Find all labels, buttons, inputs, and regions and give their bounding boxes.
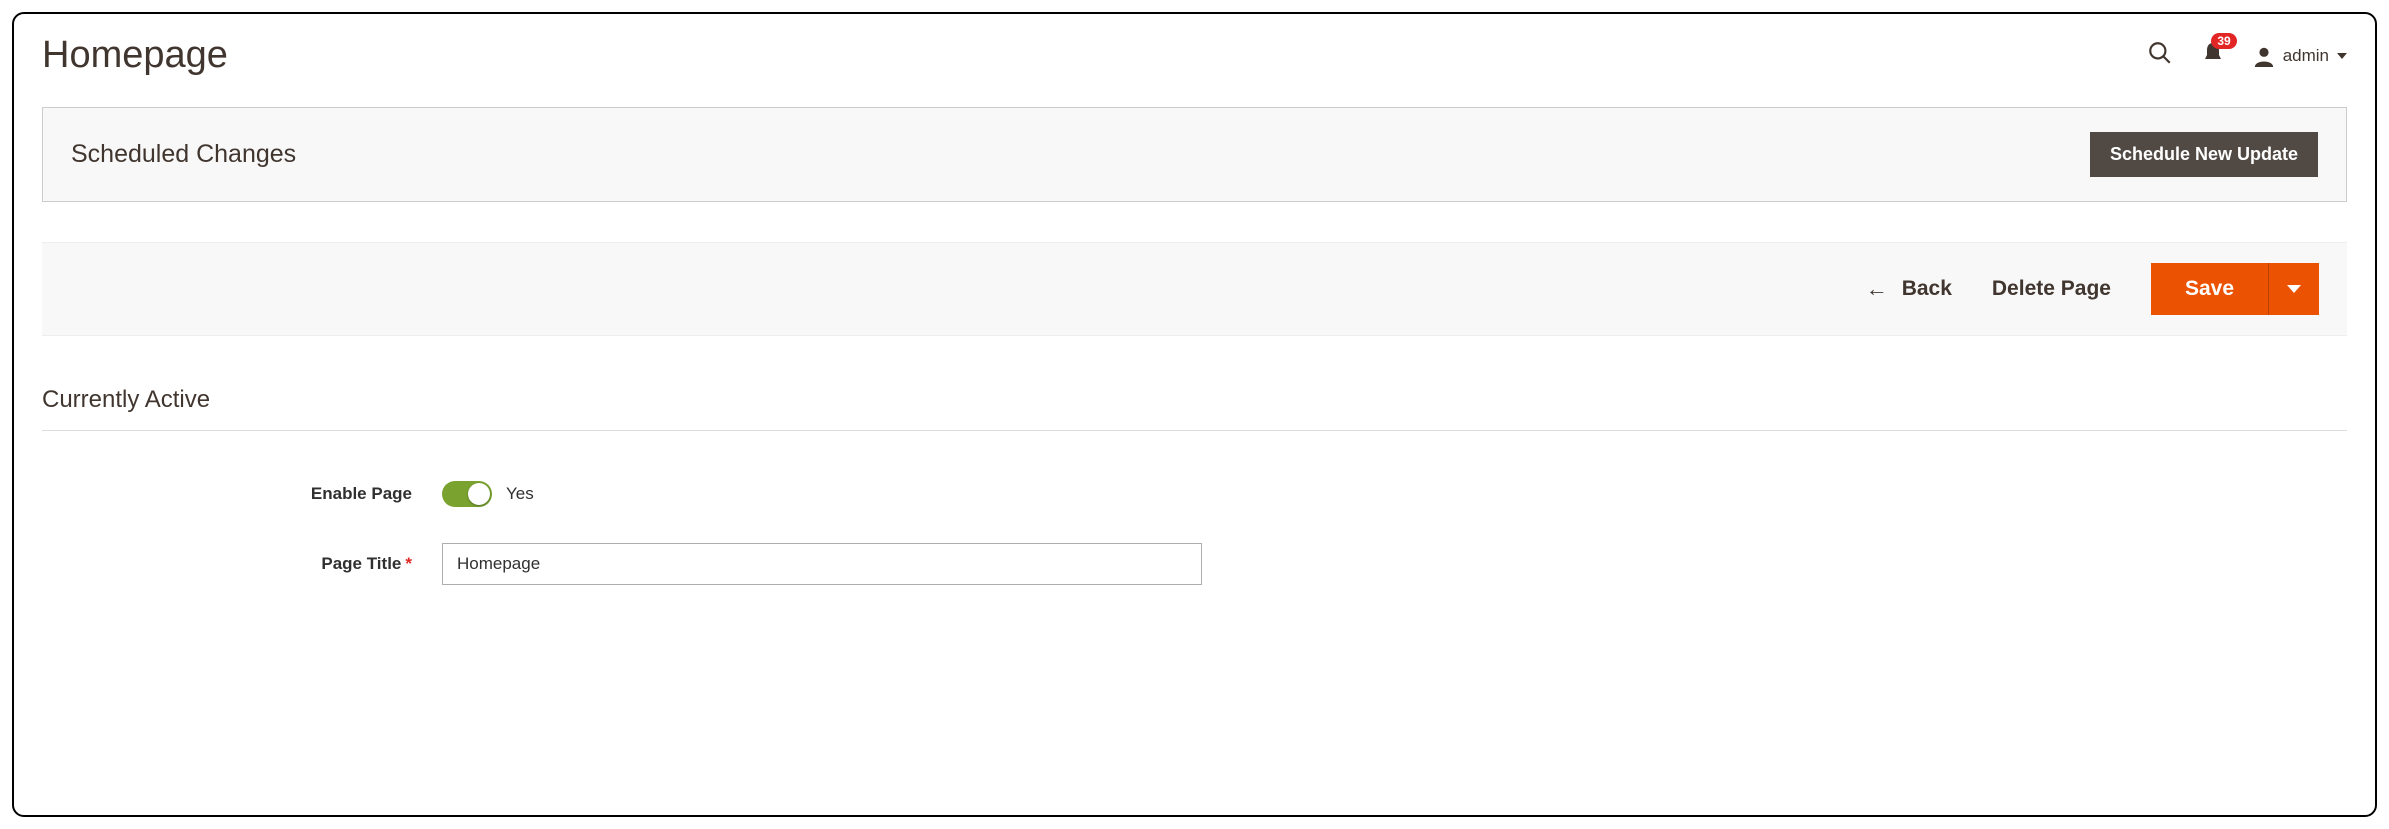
enable-page-toggle[interactable] xyxy=(442,481,492,507)
back-button[interactable]: ← Back xyxy=(1866,277,1952,301)
header-actions: 39 admin xyxy=(2147,40,2347,71)
page-header: Homepage 39 admin xyxy=(42,34,2347,77)
arrow-left-icon: ← xyxy=(1866,278,1888,300)
chevron-down-icon xyxy=(2337,53,2347,59)
page-title: Homepage xyxy=(42,34,228,77)
chevron-down-icon xyxy=(2287,285,2301,293)
user-label: admin xyxy=(2283,46,2329,66)
currently-active-heading: Currently Active xyxy=(42,386,2347,431)
page-title-input[interactable] xyxy=(442,543,1202,585)
enable-page-value: Yes xyxy=(506,484,534,504)
notifications-icon[interactable]: 39 xyxy=(2201,41,2225,70)
action-bar: ← Back Delete Page Save xyxy=(42,242,2347,336)
save-button-group: Save xyxy=(2151,263,2319,315)
page-title-row: Page Title* xyxy=(42,543,2347,585)
enable-page-row: Enable Page Yes xyxy=(42,481,2347,507)
enable-page-label: Enable Page xyxy=(42,484,442,504)
page-title-label: Page Title* xyxy=(42,554,442,574)
save-button[interactable]: Save xyxy=(2151,263,2268,315)
search-icon[interactable] xyxy=(2147,40,2173,71)
notification-badge: 39 xyxy=(2211,33,2236,49)
delete-page-button[interactable]: Delete Page xyxy=(1992,277,2111,301)
user-menu[interactable]: admin xyxy=(2253,45,2347,67)
toggle-knob xyxy=(468,483,490,505)
scheduled-changes-heading: Scheduled Changes xyxy=(71,140,296,169)
scheduled-changes-panel: Scheduled Changes Schedule New Update xyxy=(42,107,2347,202)
save-dropdown-toggle[interactable] xyxy=(2268,263,2319,315)
schedule-new-update-button[interactable]: Schedule New Update xyxy=(2090,132,2318,177)
back-label: Back xyxy=(1902,277,1952,301)
